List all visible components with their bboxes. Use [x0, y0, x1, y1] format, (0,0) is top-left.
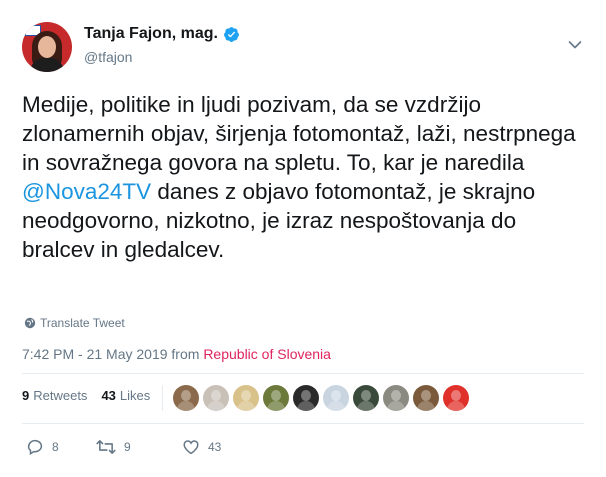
author-name[interactable]: Tanja Fajon, mag.: [84, 25, 218, 43]
author-name-row[interactable]: Tanja Fajon, mag.: [84, 25, 240, 43]
liker-avatar[interactable]: [263, 385, 289, 411]
likes-label: Likes: [119, 388, 151, 403]
liker-avatars: [173, 385, 473, 411]
divider-bottom: [22, 423, 584, 424]
location-link[interactable]: Republic of Slovenia: [203, 346, 331, 362]
liker-avatar[interactable]: [293, 385, 319, 411]
retweets-count: 9: [22, 388, 30, 403]
translate-label[interactable]: Translate Tweet: [40, 316, 125, 330]
chevron-down-icon[interactable]: [568, 40, 582, 50]
like-count: 43: [208, 440, 222, 454]
timestamp[interactable]: 7:42 PM - 21 May 2019: [22, 346, 168, 362]
reply-icon: [27, 439, 43, 456]
liker-avatar[interactable]: [413, 385, 439, 411]
reply-count: 8: [52, 440, 59, 454]
liker-avatar[interactable]: [383, 385, 409, 411]
globe-icon: [24, 317, 36, 329]
verified-badge-icon: [224, 26, 239, 42]
stats-separator: [162, 385, 163, 411]
retweets-stat[interactable]: 9 Retweets: [22, 388, 87, 403]
retweet-count: 9: [124, 440, 131, 454]
liker-avatar[interactable]: [203, 385, 229, 411]
tweet-text-part1: Medije, politike in ljudi pozivam, da se…: [22, 92, 576, 175]
retweet-button[interactable]: 9: [96, 438, 182, 456]
liker-avatar[interactable]: [173, 385, 199, 411]
retweet-icon: [96, 440, 116, 454]
liker-avatar[interactable]: [443, 385, 469, 411]
translate-tweet-button[interactable]: Translate Tweet: [24, 316, 125, 330]
like-button[interactable]: 43: [182, 438, 252, 456]
tweet-actions: 8 9 43: [26, 438, 252, 456]
retweets-label: Retweets: [33, 388, 88, 403]
likes-stat[interactable]: 43 Likes: [101, 388, 150, 403]
divider-top: [22, 373, 584, 374]
tweet-meta: 7:42 PM - 21 May 2019 from Republic of S…: [22, 346, 331, 362]
mention-link[interactable]: @Nova24TV: [22, 179, 151, 204]
tweet-stats: 9 Retweets 43 Likes: [22, 388, 164, 403]
likes-count: 43: [101, 388, 116, 403]
tweet-text: Medije, politike in ljudi pozivam, da se…: [22, 90, 582, 264]
reply-button[interactable]: 8: [26, 438, 96, 456]
author-avatar[interactable]: [22, 22, 72, 72]
author-handle[interactable]: @tfajon: [84, 49, 132, 65]
liker-avatar[interactable]: [353, 385, 379, 411]
liker-avatar[interactable]: [323, 385, 349, 411]
heart-icon: [183, 440, 199, 455]
from-label: from: [171, 346, 200, 362]
liker-avatar[interactable]: [233, 385, 259, 411]
